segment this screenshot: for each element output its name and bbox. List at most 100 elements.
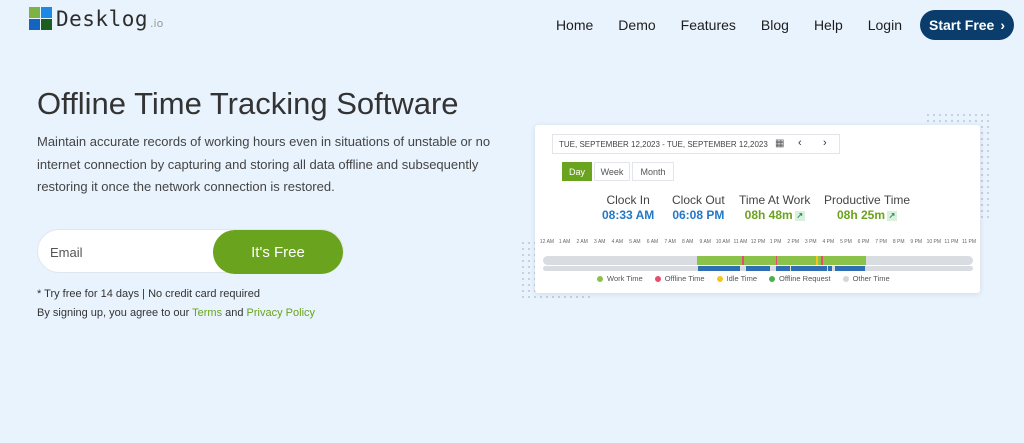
legend-dot-icon	[597, 275, 603, 282]
legend-item: Offline Request	[769, 274, 831, 283]
trend-up-icon: ↗	[794, 210, 805, 221]
hour-tick-label: 4 AM	[611, 239, 624, 245]
hero-description: Maintain accurate records of working hou…	[37, 134, 491, 194]
legend-item: Idle Time	[716, 274, 758, 283]
nav-demo[interactable]: Demo	[618, 17, 655, 33]
trend-up-icon: ↗	[887, 210, 898, 221]
clock-in-label: Clock In	[606, 193, 650, 207]
productive-time-value: 08h 25m	[837, 208, 886, 222]
trial-note: * Try free for 14 days | No credit card …	[37, 288, 260, 300]
legend-label: Idle Time	[726, 274, 758, 283]
legend-label: Other Time	[852, 274, 890, 283]
logo-mark-icon	[29, 7, 53, 31]
idle-time-mark	[816, 256, 818, 265]
time-at-work-value: 08h 48m	[744, 208, 793, 222]
legend-item: Work Time	[597, 274, 643, 283]
session-segment	[775, 266, 790, 271]
chevron-right-icon[interactable]: ›	[823, 137, 827, 149]
logo-text: Desklog	[56, 7, 149, 31]
offline-time-mark	[821, 256, 823, 265]
hour-tick-label: 2 AM	[576, 239, 588, 245]
date-range-picker[interactable]: TUE, SEPTEMBER 12,2023 - TUE, SEPTEMBER …	[552, 134, 840, 154]
brand-logo[interactable]: Desklog .io	[29, 7, 163, 31]
tab-month[interactable]: Month	[632, 162, 674, 181]
hour-tick-label: 9 PM	[910, 239, 923, 245]
calendar-icon[interactable]: ▦	[775, 138, 784, 149]
start-free-label: Start Free	[928, 17, 995, 33]
legend-label: Work Time	[607, 274, 643, 283]
terms-and: and	[222, 307, 247, 319]
hour-tick-label: 11 AM	[733, 239, 748, 245]
start-free-button[interactable]: Start Free ›	[920, 10, 1014, 40]
legend-item: Offline Time	[654, 274, 705, 283]
hour-tick-label: 12 PM	[750, 239, 766, 245]
tab-week[interactable]: Week	[594, 162, 630, 181]
legend-label: Offline Time	[664, 274, 705, 283]
timeline-legend: Work Time Offline Time Idle Time Offline Re…	[597, 274, 902, 283]
session-segment	[791, 266, 827, 271]
nav-home[interactable]: Home	[556, 17, 593, 33]
hour-tick-label: 7 AM	[664, 239, 676, 245]
hour-tick-label: 10 AM	[715, 239, 730, 245]
legend-item: Other Time	[842, 274, 890, 283]
session-segment	[828, 266, 832, 271]
hour-tick-label: 12 AM	[539, 239, 555, 245]
session-segment	[698, 266, 741, 271]
offline-time-mark	[775, 256, 778, 265]
hour-tick-label: 4 PM	[822, 239, 835, 245]
hour-tick-label: 1 PM	[769, 239, 782, 245]
activity-timeline: 12 AM 1 AM 2 AM 3 AM 4 AM 5 AM 6 AM 7 AM 8 AM 9 A…	[539, 239, 977, 271]
terms-prefix: By signing up, you agree to our	[37, 307, 193, 319]
hour-tick-label: 3 AM	[594, 239, 606, 245]
its-free-button[interactable]: It's Free	[213, 230, 343, 274]
legend-dot-icon	[654, 275, 661, 282]
clock-out-label: Clock Out	[672, 193, 725, 207]
terms-note: By signing up, you agree to our Terms an…	[37, 307, 315, 319]
logo-suffix: .io	[150, 16, 164, 30]
work-time-segment	[697, 256, 866, 265]
hour-axis: 12 AM 1 AM 2 AM 3 AM 4 AM 5 AM 6 AM 7 AM 8 AM 9 A…	[539, 239, 977, 249]
chevron-left-icon[interactable]: ‹	[798, 137, 802, 149]
hour-tick-label: 8 AM	[681, 239, 694, 245]
hour-tick-label: 5 PM	[840, 239, 852, 245]
hour-tick-label: 11 PM	[961, 239, 977, 245]
nav-features[interactable]: Features	[681, 17, 736, 33]
email-input[interactable]	[50, 242, 210, 262]
date-range-text: TUE, SEPTEMBER 12,2023 - TUE, SEPTEMBER …	[559, 139, 768, 149]
terms-link[interactable]: Terms	[192, 307, 222, 319]
time-at-work-stat: Time At Work 08h 48m ↗	[739, 193, 810, 222]
session-segment	[835, 266, 866, 271]
productive-time-stat: Productive Time 08h 25m ↗	[824, 193, 910, 222]
clock-in-value: 08:33 AM	[602, 208, 655, 222]
hour-tick-label: 1 AM	[558, 239, 571, 245]
productive-time-label: Productive Time	[824, 193, 911, 207]
main-nav: Home Demo Features Blog Help Login	[531, 17, 902, 33]
tab-day[interactable]: Day	[562, 162, 592, 181]
period-tabs: Day Week Month	[562, 162, 676, 181]
hour-tick-label: 3 PM	[804, 239, 817, 245]
session-track	[543, 266, 973, 271]
privacy-policy-link[interactable]: Privacy Policy	[247, 307, 315, 319]
time-tracking-widget: TUE, SEPTEMBER 12,2023 - TUE, SEPTEMBER …	[535, 125, 980, 293]
hour-tick-label: 2 PM	[787, 239, 799, 245]
hour-tick-label: 11 PM	[944, 239, 959, 245]
nav-blog[interactable]: Blog	[761, 17, 789, 33]
legend-dot-icon	[769, 275, 776, 282]
clock-out-value: 06:08 PM	[672, 208, 725, 222]
nav-login[interactable]: Login	[868, 17, 902, 33]
activity-track	[543, 256, 973, 265]
clock-in-stat: Clock In 08:33 AM	[602, 193, 654, 222]
legend-label: Offline Request	[779, 274, 831, 283]
hour-tick-label: 8 PM	[892, 239, 905, 245]
page-title: Offline Time Tracking Software	[37, 86, 459, 121]
signup-form: It's Free	[37, 229, 344, 274]
offline-time-mark	[742, 256, 744, 265]
hour-tick-label: 7 PM	[875, 239, 887, 245]
nav-help[interactable]: Help	[814, 17, 843, 33]
session-segment	[745, 266, 771, 271]
hour-tick-label: 9 AM	[699, 239, 711, 245]
legend-dot-icon	[842, 275, 849, 282]
hour-tick-label: 5 AM	[629, 239, 641, 245]
hour-tick-label: 6 PM	[857, 239, 870, 245]
chevron-right-icon: ›	[1000, 17, 1006, 33]
